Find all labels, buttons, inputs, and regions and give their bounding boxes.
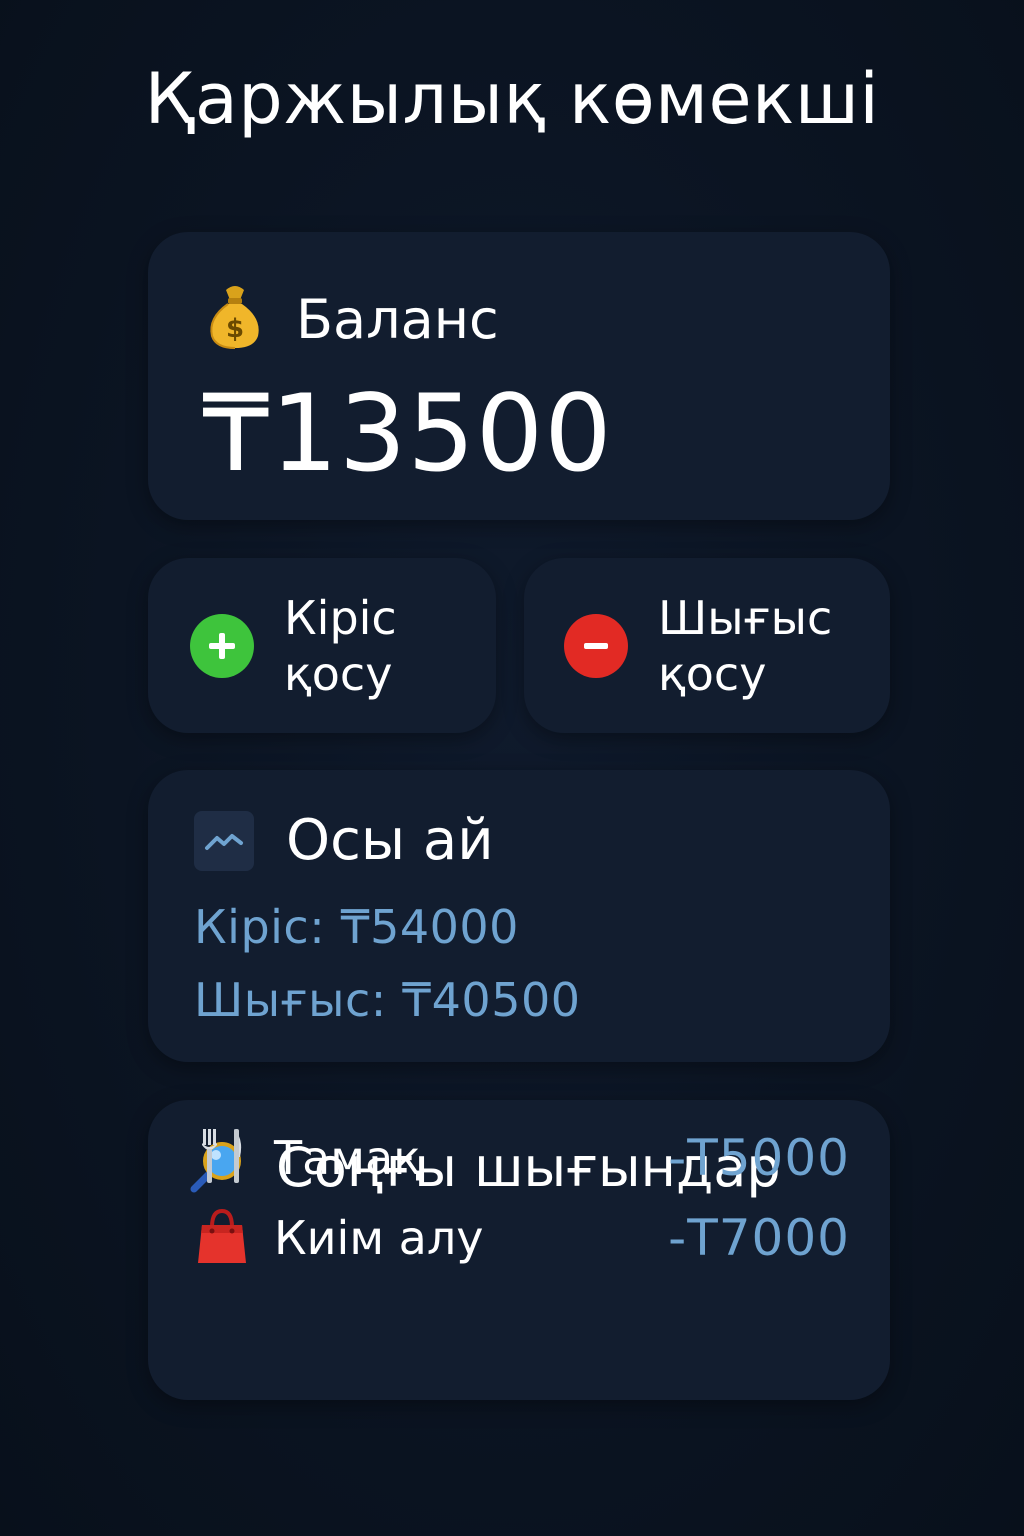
fork-knife-icon <box>194 1127 250 1189</box>
money-bag-icon: $ <box>206 284 264 354</box>
list-item[interactable]: Тамақ -Т5000 <box>194 1126 850 1190</box>
expense-name: Тамақ <box>274 1131 421 1185</box>
list-item[interactable]: Киім алу -Т7000 <box>194 1206 850 1270</box>
chart-line-icon <box>194 810 254 871</box>
add-expense-button[interactable]: Шығыс қосу <box>524 558 890 733</box>
plus-circle-icon <box>190 613 254 678</box>
expense-amount: -Т5000 <box>668 1129 850 1187</box>
expense-amount: -Т7000 <box>668 1209 850 1267</box>
app-title: Қаржылық көмекші <box>144 58 880 140</box>
svg-text:$: $ <box>226 314 244 344</box>
month-expense-value: Шығыс: ₸40500 <box>194 973 581 1027</box>
balance-header: $ Баланс <box>206 284 499 354</box>
balance-label: Баланс <box>296 287 499 351</box>
add-income-button[interactable]: Кіріс қосу <box>148 558 496 733</box>
shopping-bag-icon <box>194 1207 250 1269</box>
month-income-value: Кіріс: ₸54000 <box>194 900 519 954</box>
minus-circle-icon <box>564 613 628 678</box>
this-month-header: Осы ай <box>194 808 494 873</box>
add-expense-label: Шығыс қосу <box>658 590 833 701</box>
expense-name: Киім алу <box>274 1211 484 1265</box>
this-month-title: Осы ай <box>286 808 494 873</box>
balance-amount: ₸13500 <box>202 372 613 495</box>
this-month-card: Осы ай Кіріс: ₸54000 Шығыс: ₸40500 <box>148 770 890 1062</box>
balance-card: $ Баланс ₸13500 <box>148 232 890 520</box>
add-income-label: Кіріс қосу <box>284 590 397 701</box>
